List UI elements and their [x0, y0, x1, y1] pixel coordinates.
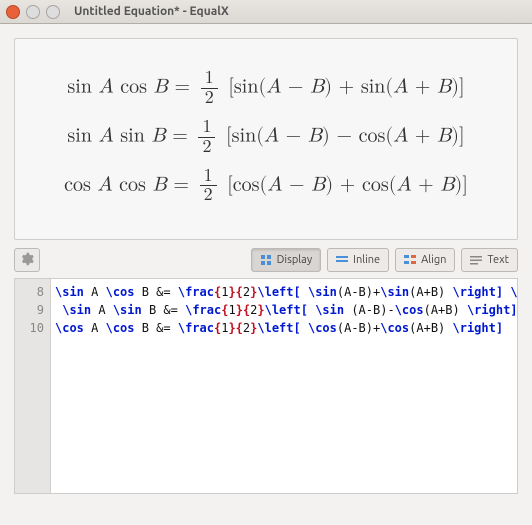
equation-line: sin A sin B = 12 [sin(A − B) − cos(A + B…	[27, 118, 505, 157]
line-number: 9	[15, 301, 44, 319]
mode-label: Text	[487, 254, 509, 266]
eq-lhs: cos A cos B	[64, 174, 167, 194]
eq-rhs: [sin(A − B) + sin(A + B)]	[228, 77, 464, 97]
settings-button[interactable]	[14, 248, 40, 272]
mode-toolbar: Display Inline Align Text	[14, 248, 518, 272]
fraction: 12	[198, 118, 215, 157]
gear-icon	[20, 252, 34, 269]
equals: =	[174, 77, 196, 97]
code-line[interactable]: \sin A \cos B &= \frac{1}{2}\left[ \sin(…	[55, 283, 511, 301]
line-number: 8	[15, 283, 44, 301]
inline-icon	[336, 254, 348, 266]
equation-preview: sin A cos B = 12 [sin(A − B) + sin(A + B…	[14, 38, 518, 240]
source-editor[interactable]: 8910 \sin A \cos B &= \frac{1}{2}\left[ …	[14, 278, 518, 494]
fraction: 12	[201, 69, 218, 108]
line-number-gutter: 8910	[15, 279, 51, 493]
align-icon	[404, 254, 416, 266]
line-number: 10	[15, 319, 44, 337]
window-close-button[interactable]	[6, 5, 20, 19]
window-title: Untitled Equation* - EqualX	[74, 5, 229, 18]
fraction: 12	[200, 167, 217, 206]
eq-lhs: sin A sin B	[67, 125, 165, 145]
equals: =	[172, 125, 194, 145]
equation-line: sin A cos B = 12 [sin(A − B) + sin(A + B…	[27, 69, 505, 108]
mode-label: Inline	[353, 254, 380, 266]
align-mode-button[interactable]: Align	[395, 248, 455, 272]
equals: =	[173, 174, 195, 194]
window-minimize-button[interactable]	[26, 5, 40, 19]
display-mode-button[interactable]: Display	[251, 248, 322, 272]
eq-rhs: [sin(A − B) − cos(A + B)]	[226, 125, 464, 145]
display-icon	[260, 254, 272, 266]
window-body: sin A cos B = 12 [sin(A − B) + sin(A + B…	[0, 24, 532, 525]
titlebar: Untitled Equation* - EqualX	[0, 0, 532, 24]
eq-lhs: sin A cos B	[67, 77, 167, 97]
window-maximize-button[interactable]	[46, 5, 60, 19]
equation-line: cos A cos B = 12 [cos(A − B) + cos(A + B…	[27, 167, 505, 206]
mode-label: Align	[421, 254, 446, 266]
code-line[interactable]: \sin A \sin B &= \frac{1}{2}\left[ \sin …	[55, 301, 511, 319]
mode-label: Display	[277, 254, 313, 266]
text-icon	[470, 254, 482, 266]
text-mode-button[interactable]: Text	[461, 248, 518, 272]
code-area[interactable]: \sin A \cos B &= \frac{1}{2}\left[ \sin(…	[51, 279, 517, 493]
eq-rhs: [cos(A − B) + cos(A + B)]	[227, 174, 468, 194]
code-line[interactable]: \cos A \cos B &= \frac{1}{2}\left[ \cos(…	[55, 319, 511, 337]
inline-mode-button[interactable]: Inline	[327, 248, 389, 272]
